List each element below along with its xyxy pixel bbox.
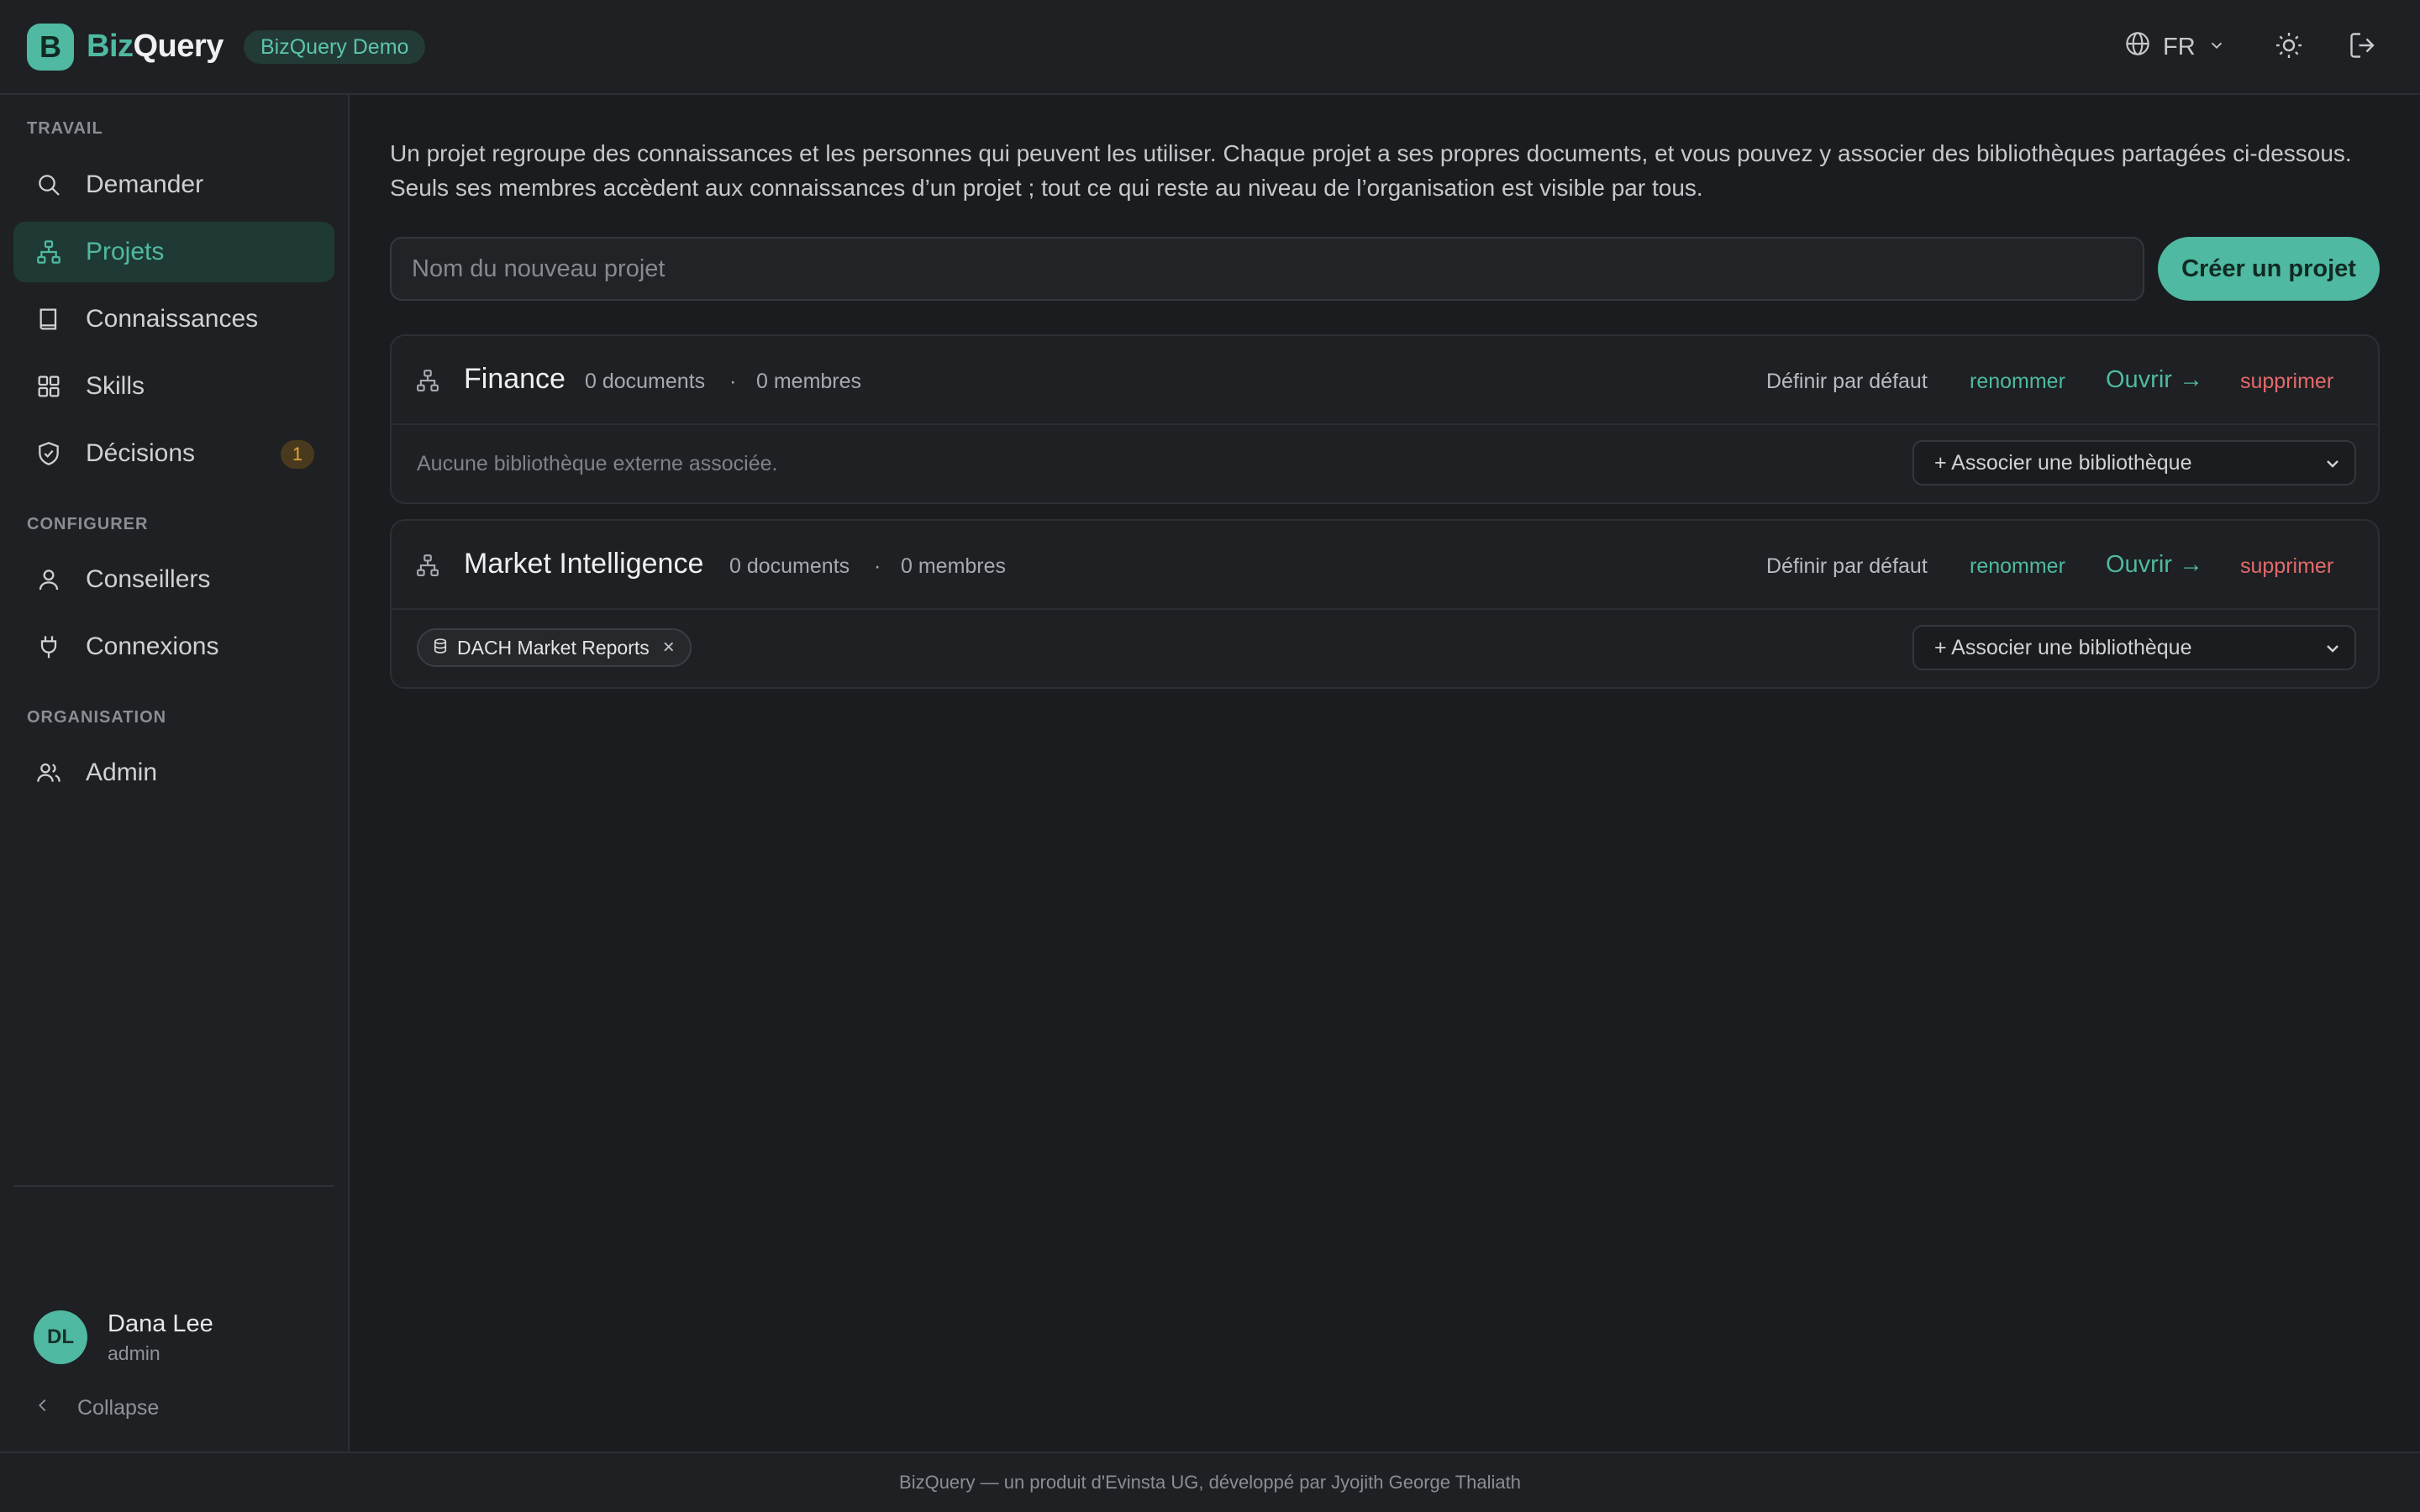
project-hierarchy-icon <box>415 553 440 582</box>
brand-name-part1: Biz <box>87 29 134 64</box>
workspace-badge: BizQuery Demo <box>244 30 426 64</box>
project-card-header: Market Intelligence 0 documents · 0 memb… <box>392 521 2378 610</box>
shield-check-icon <box>34 438 64 469</box>
grid-icon <box>34 371 64 402</box>
book-icon <box>34 304 64 334</box>
project-hierarchy-icon <box>415 368 440 397</box>
language-selector[interactable]: FR <box>2124 29 2226 66</box>
library-chip-label: DACH Market Reports <box>457 636 650 659</box>
set-default-button[interactable]: Définir par défaut <box>1766 370 1928 394</box>
associate-library-select[interactable]: + Associer une bibliothèque <box>1912 440 2356 486</box>
delete-button[interactable]: supprimer <box>2240 554 2333 579</box>
chevron-down-icon <box>2323 638 2343 664</box>
footer: BizQuery — un produit d'Evinsta UG, déve… <box>0 1452 2420 1512</box>
sidebar-item-decisions[interactable]: Décisions 1 <box>13 423 334 484</box>
logout-button[interactable] <box>2343 27 2383 67</box>
footer-text: BizQuery — un produit d'Evinsta UG, déve… <box>899 1472 1521 1493</box>
sidebar-item-label: Projets <box>86 238 165 265</box>
hierarchy-icon <box>34 237 64 267</box>
language-label: FR <box>2163 33 2196 60</box>
sidebar-item-label: Skills <box>86 372 145 400</box>
decisions-count-badge: 1 <box>281 440 314 469</box>
user-role: admin <box>108 1342 160 1364</box>
search-icon <box>34 170 64 200</box>
logout-icon <box>2348 30 2378 65</box>
project-member-count: 0 membres <box>756 370 862 393</box>
project-document-count: 0 documents <box>585 370 706 393</box>
rename-button[interactable]: renommer <box>1970 370 2065 394</box>
project-libraries-row: Aucune bibliothèque externe associée. + … <box>392 425 2378 504</box>
sun-icon <box>2274 30 2304 65</box>
brand-name-part2: Query <box>133 29 224 64</box>
sidebar-item-ask[interactable]: Demander <box>13 155 334 215</box>
project-card-finance: Finance 0 documents · 0 membres Définir … <box>390 334 2380 504</box>
projects-intro-text: Un projet regroupe des connaissances et … <box>390 140 2352 201</box>
collapse-sidebar-button[interactable]: Collapse <box>34 1396 159 1420</box>
meta-separator: · <box>874 554 881 578</box>
sidebar-item-advisors[interactable]: Conseillers <box>13 549 334 610</box>
logo-icon[interactable]: B <box>27 24 74 71</box>
plug-icon <box>34 632 64 662</box>
globe-icon <box>2124 30 2151 64</box>
sidebar-divider <box>13 1185 334 1187</box>
chevron-left-icon <box>34 1396 52 1420</box>
rename-button[interactable]: renommer <box>1970 554 2065 579</box>
sidebar-item-label: Connexions <box>86 633 219 660</box>
sidebar-item-connections[interactable]: Connexions <box>13 617 334 677</box>
delete-button[interactable]: supprimer <box>2240 370 2333 394</box>
section-label-work: TRAVAIL <box>27 119 103 138</box>
open-project-link[interactable]: Ouvrir → <box>2106 551 2203 579</box>
user-icon <box>34 564 64 595</box>
avatar[interactable]: DL <box>34 1310 87 1364</box>
project-name: Market Intelligence <box>464 548 704 580</box>
sidebar-item-label: Demander <box>86 171 204 198</box>
library-chip: DACH Market Reports × <box>417 628 692 667</box>
new-project-name-input[interactable] <box>390 237 2144 301</box>
sidebar: TRAVAIL Demander Projets Connaissances S… <box>0 95 350 1452</box>
top-bar: B BizQuery BizQuery Demo FR <box>0 0 2420 95</box>
sidebar-item-knowledge[interactable]: Connaissances <box>13 289 334 349</box>
user-name: Dana Lee <box>108 1310 213 1337</box>
sidebar-item-admin[interactable]: Admin <box>13 743 334 803</box>
chevron-down-icon <box>2207 34 2226 61</box>
project-card-header: Finance 0 documents · 0 membres Définir … <box>392 336 2378 425</box>
set-default-button[interactable]: Définir par défaut <box>1766 554 1928 579</box>
project-card-market-intelligence: Market Intelligence 0 documents · 0 memb… <box>390 519 2380 689</box>
open-project-link[interactable]: Ouvrir → <box>2106 366 2203 394</box>
project-name: Finance <box>464 363 566 395</box>
collapse-label: Collapse <box>77 1396 160 1420</box>
sidebar-item-label: Connaissances <box>86 305 259 333</box>
project-member-count: 0 membres <box>901 554 1007 578</box>
sidebar-item-label: Admin <box>86 759 158 786</box>
database-icon <box>432 637 449 659</box>
sidebar-item-projects[interactable]: Projets <box>13 222 334 282</box>
sidebar-item-label: Décisions <box>86 439 196 467</box>
brand-name[interactable]: BizQuery <box>87 25 224 67</box>
project-libraries-row: DACH Market Reports × + Associer une bib… <box>392 610 2378 689</box>
associate-library-label: + Associer une bibliothèque <box>1934 450 2192 475</box>
associate-library-label: + Associer une bibliothèque <box>1934 635 2192 659</box>
users-icon <box>34 758 64 788</box>
remove-library-button[interactable]: × <box>663 636 675 659</box>
sidebar-item-label: Conseillers <box>86 565 211 593</box>
section-label-configure: CONFIGURER <box>27 515 149 533</box>
project-document-count: 0 documents <box>729 554 850 578</box>
chevron-down-icon <box>2323 454 2343 480</box>
sidebar-item-skills[interactable]: Skills <box>13 356 334 417</box>
theme-toggle-button[interactable] <box>2269 27 2309 67</box>
no-library-message: Aucune bibliothèque externe associée. <box>417 452 778 475</box>
associate-library-select[interactable]: + Associer une bibliothèque <box>1912 625 2356 670</box>
section-label-organisation: ORGANISATION <box>27 708 167 727</box>
meta-separator: · <box>729 370 737 393</box>
create-project-button[interactable]: Créer un projet <box>2158 237 2380 301</box>
